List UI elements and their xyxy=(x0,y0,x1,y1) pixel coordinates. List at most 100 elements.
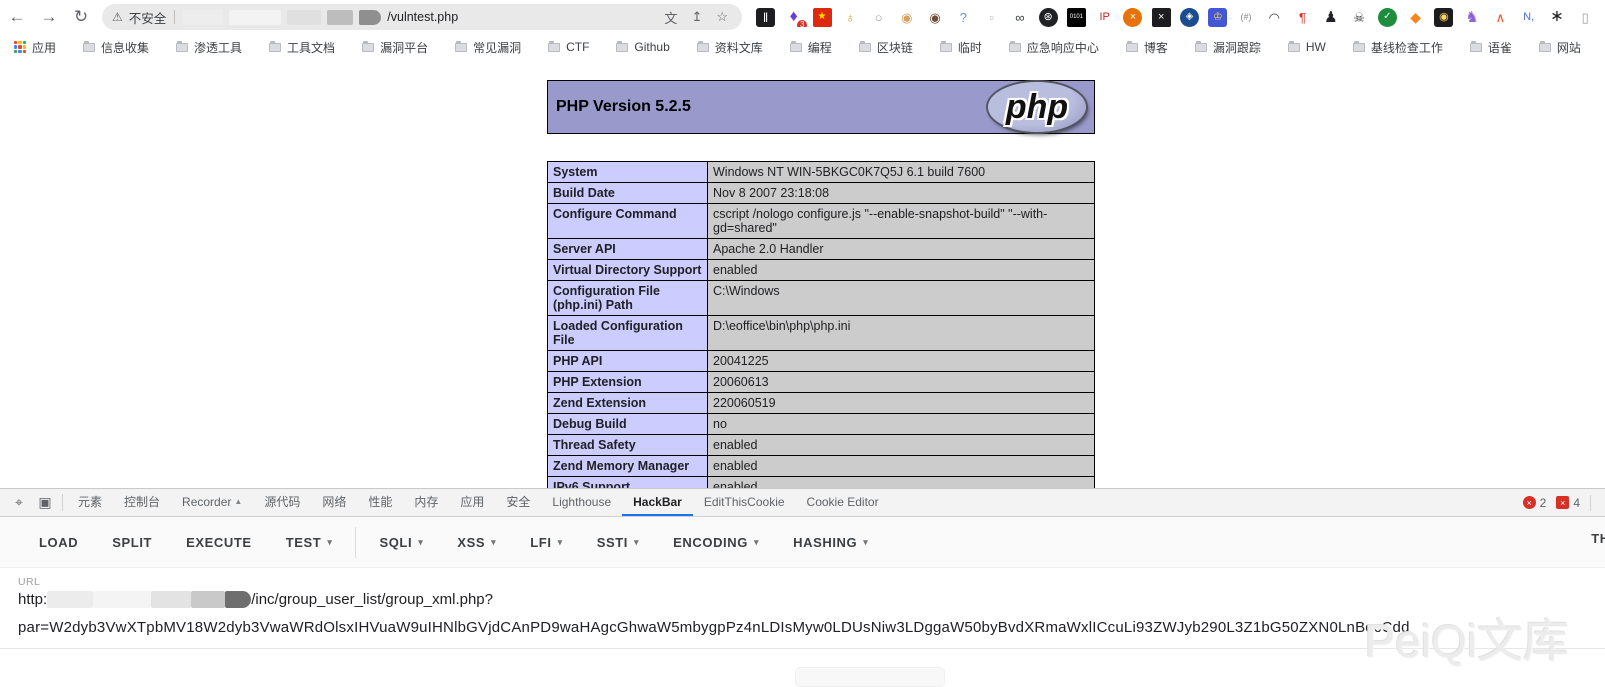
hackbar-button[interactable]: LFI ▾ xyxy=(513,527,579,558)
extension-icon[interactable]: ✓ xyxy=(1378,8,1397,27)
devtools-tab[interactable]: 安全 xyxy=(495,489,541,516)
extension-icon[interactable]: ∧ xyxy=(1491,8,1510,27)
payload-field[interactable]: par=W2dyb3VwXTpbMV18W2dyb3VwaWRdOlsxIHVu… xyxy=(18,619,1587,636)
extension-icon[interactable]: ◈ xyxy=(1180,8,1199,27)
bookmark-apps[interactable]: 应用 xyxy=(14,39,56,56)
bookmark-folder[interactable]: 应急响应中心 xyxy=(1009,39,1099,56)
extension-glyph: ∞ xyxy=(1015,11,1024,24)
device-toolbar-icon[interactable]: ▣ xyxy=(32,489,58,516)
extension-icon[interactable]: ♟ xyxy=(1321,8,1340,27)
extension-icon[interactable]: ◉ xyxy=(897,8,916,27)
extension-icon[interactable]: ♁ xyxy=(841,8,860,27)
extension-icon[interactable]: IP xyxy=(1095,8,1114,27)
extension-icon[interactable]: ▯ xyxy=(1576,8,1595,27)
url-bar[interactable]: ⚠ 不安全 /vulntest.php 文 ↥ ☆ xyxy=(102,4,742,30)
hackbar-button[interactable]: HASHING ▾ xyxy=(776,527,885,558)
phpinfo-row: Configuration File (php.ini) Path C:\Win… xyxy=(548,281,1095,316)
extension-icon[interactable]: ◆ xyxy=(1406,8,1425,27)
devtools-tab[interactable]: 性能 xyxy=(357,489,403,516)
hackbar-button[interactable]: SSTI ▾ xyxy=(580,527,656,558)
bookmark-folder[interactable]: 区块链 xyxy=(859,39,913,56)
bookmark-folder[interactable]: 语雀 xyxy=(1470,39,1512,56)
devtools-tab[interactable]: 控制台 xyxy=(113,489,171,516)
devtools-tab[interactable]: 源代码 xyxy=(253,489,311,516)
devtools-tab[interactable]: 元素 xyxy=(67,489,113,516)
hackbar-button[interactable]: SQLI ▾ xyxy=(355,527,440,558)
extension-glyph: ◠ xyxy=(1269,11,1280,24)
console-error-badge[interactable]: × 2 xyxy=(1523,496,1547,510)
bookmark-folder[interactable]: 网站 xyxy=(1539,39,1581,56)
redacted-host xyxy=(191,591,225,608)
bookmark-folder[interactable]: 资料文库 xyxy=(697,39,763,56)
bookmark-star-icon[interactable]: ☆ xyxy=(712,9,732,25)
hackbar-toolbar: LOAD SPLIT EXECUTE TEST ▾ xyxy=(0,517,1605,568)
extension-glyph: ♟ xyxy=(1324,10,1337,25)
hackbar-theme-button-partial[interactable]: THE xyxy=(1591,531,1605,546)
extension-icon[interactable]: ○ xyxy=(869,8,888,27)
devtools-tab[interactable]: EditThisCookie xyxy=(693,489,796,516)
bookmark-folder[interactable]: 博客 xyxy=(1126,39,1168,56)
hackbar-button[interactable]: TEST ▾ xyxy=(269,527,350,558)
bookmark-folder[interactable]: 工具文档 xyxy=(269,39,335,56)
issues-badge[interactable]: × 4 xyxy=(1556,496,1580,510)
extension-icon[interactable]: ▫ xyxy=(982,8,1001,27)
extension-icon[interactable]: 0101 xyxy=(1067,8,1086,27)
bookmark-folder[interactable]: 临时 xyxy=(940,39,982,56)
forward-button[interactable]: → xyxy=(38,7,60,27)
folder-icon xyxy=(940,43,952,52)
apps-grid-icon xyxy=(14,41,26,53)
extension-icon[interactable]: × xyxy=(1123,8,1142,27)
bookmark-folder[interactable]: 漏洞平台 xyxy=(362,39,428,56)
extension-icon[interactable]: N, xyxy=(1519,8,1538,27)
bookmark-folder[interactable]: CTF xyxy=(548,39,589,56)
extension-icon[interactable]: ¶ xyxy=(1293,8,1312,27)
back-button[interactable]: ← xyxy=(6,7,28,27)
extension-icon[interactable]: ⊛ xyxy=(1039,8,1058,27)
extension-icon[interactable]: ◠ xyxy=(1265,8,1284,27)
bookmark-folder[interactable]: HW xyxy=(1288,39,1326,56)
extension-icon[interactable]: ‖ xyxy=(756,8,775,27)
hackbar-button[interactable]: XSS ▾ xyxy=(440,527,513,558)
extension-icon[interactable]: ? xyxy=(954,8,973,27)
devtools-tab[interactable]: Recorder ▲ xyxy=(171,489,253,516)
devtools-tab[interactable]: 应用 xyxy=(449,489,495,516)
extension-icon[interactable]: × xyxy=(1152,8,1171,27)
devtools-tab[interactable]: 网络 xyxy=(311,489,357,516)
extension-icon[interactable]: ★ xyxy=(813,8,832,27)
devtools-tab[interactable]: HackBar xyxy=(622,489,693,516)
extension-icon[interactable]: ∗ xyxy=(1547,8,1566,27)
extension-glyph: (#) xyxy=(1241,13,1252,22)
bookmark-folder[interactable]: 漏洞跟踪 xyxy=(1195,39,1261,56)
extension-glyph: ? xyxy=(960,11,967,24)
extension-icon[interactable]: ☠ xyxy=(1350,8,1369,27)
devtools-tab[interactable]: Cookie Editor xyxy=(796,489,890,516)
extension-icon[interactable]: ♞ xyxy=(1463,8,1482,27)
translate-icon[interactable]: 文 xyxy=(660,8,681,27)
bookmark-folder[interactable]: 渗透工具 xyxy=(176,39,242,56)
phpinfo-row: Build Date Nov 8 2007 23:18:08 xyxy=(548,183,1095,204)
hackbar-button[interactable]: SPLIT xyxy=(95,527,169,558)
url-field[interactable]: http: /inc/group_user_list/group_xml.php… xyxy=(18,591,1587,608)
bookmark-folder[interactable]: 信息收集 xyxy=(83,39,149,56)
extension-icon[interactable]: ◉ xyxy=(926,8,945,27)
devtools-tab[interactable]: Lighthouse xyxy=(541,489,622,516)
bookmark-folder[interactable]: 常见漏洞 xyxy=(455,39,521,56)
not-secure-warning-icon[interactable]: ⚠ xyxy=(112,10,123,24)
share-icon[interactable]: ↥ xyxy=(687,9,706,25)
bookmark-folder[interactable]: 基线检查工作 xyxy=(1353,39,1443,56)
extension-icon[interactable]: ∞ xyxy=(1010,8,1029,27)
devtools-tab-label: 内存 xyxy=(414,493,438,510)
devtools-tab[interactable]: 内存 xyxy=(403,489,449,516)
hackbar-button[interactable]: EXECUTE xyxy=(169,527,269,558)
reload-button[interactable]: ↻ xyxy=(70,7,92,27)
extension-icon[interactable]: (#) xyxy=(1237,8,1256,27)
extension-icon[interactable]: ♔ xyxy=(1208,8,1227,27)
phpinfo-row-label: Zend Extension xyxy=(548,393,708,414)
bookmark-folder[interactable]: 编程 xyxy=(790,39,832,56)
inspect-element-icon[interactable]: ⌖ xyxy=(6,489,32,516)
hackbar-button[interactable]: LOAD xyxy=(22,527,95,558)
extension-icon[interactable]: ◉ xyxy=(1434,8,1453,27)
extension-icon[interactable]: ♦ 3 xyxy=(784,8,803,27)
hackbar-button[interactable]: ENCODING ▾ xyxy=(656,527,776,558)
bookmark-folder[interactable]: Github xyxy=(616,39,669,56)
